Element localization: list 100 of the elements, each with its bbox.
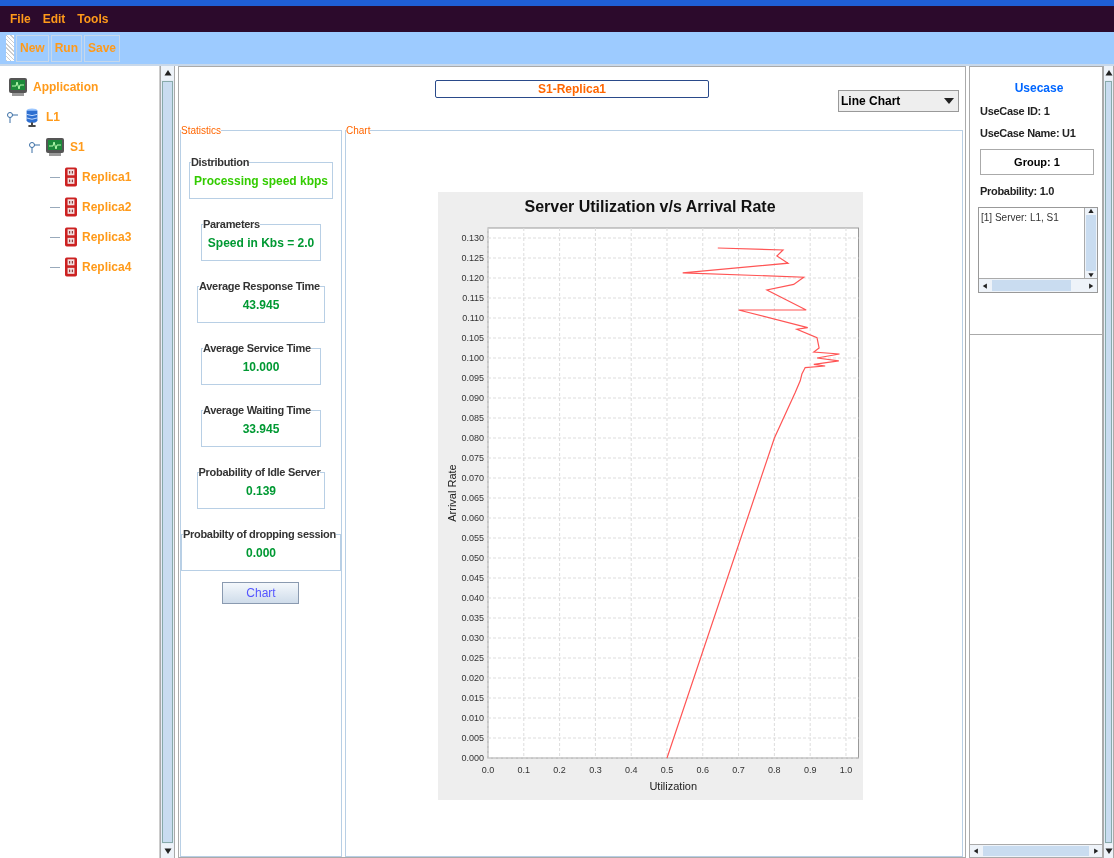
y-axis-title: Arrival Rate bbox=[446, 464, 459, 522]
y-tick-label: 0.010 bbox=[461, 713, 485, 723]
x-tick-label: 0.4 bbox=[625, 765, 638, 775]
x-tick-label: 0.2 bbox=[553, 765, 567, 775]
outlet-icon bbox=[65, 226, 77, 248]
y-tick-label: 0.000 bbox=[461, 753, 485, 763]
scrollbar[interactable] bbox=[1103, 66, 1114, 858]
x-axis-title: Utilization bbox=[649, 780, 698, 792]
group-label: Group: 1 bbox=[980, 149, 1094, 175]
statistic-title: Average Response Time bbox=[199, 280, 320, 292]
y-tick-label: 0.030 bbox=[461, 633, 485, 643]
statistic-title: Probability of Idle Server bbox=[198, 466, 321, 478]
y-tick-label: 0.080 bbox=[461, 433, 485, 443]
y-tick-label: 0.105 bbox=[461, 333, 485, 343]
y-tick-label: 0.120 bbox=[461, 273, 485, 283]
statistic-title: Probabilty of dropping session bbox=[183, 528, 336, 540]
scroll-left-icon[interactable] bbox=[982, 282, 988, 289]
statistic-value: Processing speed kbps bbox=[193, 174, 328, 188]
scroll-up-icon[interactable] bbox=[163, 69, 172, 77]
y-tick-label: 0.085 bbox=[461, 413, 485, 423]
tree-item[interactable]: Replica2 bbox=[82, 200, 132, 214]
tree-item[interactable]: Application bbox=[33, 80, 99, 94]
outlet-icon bbox=[65, 196, 77, 218]
usecase-name: UseCase Name: U1 bbox=[980, 127, 1077, 139]
usecase-id: UseCase ID: 1 bbox=[980, 105, 1051, 117]
y-tick-label: 0.035 bbox=[461, 613, 485, 623]
scrollbar[interactable] bbox=[970, 844, 1102, 857]
scrollbar-thumb[interactable] bbox=[162, 81, 173, 843]
y-tick-label: 0.055 bbox=[461, 533, 485, 543]
tree-handle-icon[interactable] bbox=[28, 141, 40, 153]
toolbar-button[interactable]: Save bbox=[84, 34, 121, 62]
y-tick-label: 0.045 bbox=[461, 573, 485, 583]
toolbar-button[interactable]: New bbox=[16, 34, 49, 62]
chart-type-dropdown[interactable]: Line Chart bbox=[838, 90, 959, 112]
tree-item[interactable]: Replica1 bbox=[82, 170, 132, 184]
y-tick-label: 0.005 bbox=[461, 733, 485, 743]
statistic-title: Parameters bbox=[203, 218, 260, 230]
scroll-right-icon[interactable] bbox=[1088, 282, 1094, 289]
statistic-value: 33.945 bbox=[242, 422, 280, 436]
y-tick-label: 0.075 bbox=[461, 453, 485, 463]
statistic-title: Average Service Time bbox=[203, 342, 311, 354]
y-tick-label: 0.060 bbox=[461, 513, 485, 523]
y-tick-label: 0.020 bbox=[461, 673, 485, 683]
y-tick-label: 0.130 bbox=[461, 233, 485, 243]
monitor-icon bbox=[45, 137, 65, 157]
toolbar-grip[interactable] bbox=[6, 35, 14, 61]
scroll-down-icon[interactable] bbox=[1104, 847, 1113, 855]
y-tick-label: 0.110 bbox=[462, 313, 485, 323]
tree-item[interactable]: Replica4 bbox=[82, 260, 132, 274]
chart-title: Server Utilization v/s Arrival Rate bbox=[524, 198, 776, 215]
scroll-right-icon[interactable] bbox=[1093, 848, 1099, 854]
scrollbar[interactable] bbox=[979, 278, 1097, 292]
statistic-value: 43.945 bbox=[242, 298, 280, 312]
scroll-down-icon[interactable] bbox=[163, 847, 172, 855]
y-tick-label: 0.070 bbox=[461, 473, 485, 483]
statistic-title: Distribution bbox=[190, 156, 250, 168]
caret-icon bbox=[944, 98, 954, 104]
tree-item[interactable]: L1 bbox=[46, 110, 60, 124]
chart-button[interactable]: Chart bbox=[222, 582, 300, 604]
x-tick-label: 0.9 bbox=[804, 765, 817, 775]
monitor-icon bbox=[8, 77, 28, 97]
statistic-value: Speed in Kbs = 2.0 bbox=[207, 236, 315, 250]
scroll-up-icon[interactable] bbox=[1104, 69, 1113, 77]
scrollbar[interactable] bbox=[160, 66, 175, 858]
y-tick-label: 0.095 bbox=[461, 373, 485, 383]
toolbar-button[interactable]: Run bbox=[50, 34, 82, 62]
y-tick-label: 0.050 bbox=[461, 553, 485, 563]
scrollbar[interactable] bbox=[1084, 208, 1097, 278]
x-tick-label: 0.5 bbox=[661, 765, 674, 775]
x-tick-label: 0.7 bbox=[732, 765, 746, 775]
tree-handle-icon[interactable] bbox=[6, 111, 18, 123]
usecase-title: Usecase bbox=[1013, 81, 1065, 95]
y-tick-label: 0.065 bbox=[461, 493, 485, 503]
statistic-value: 10.000 bbox=[242, 360, 280, 374]
menu-item[interactable]: Tools bbox=[77, 12, 109, 26]
menu-item[interactable]: Edit bbox=[42, 12, 66, 26]
x-tick-label: 0.8 bbox=[768, 765, 782, 775]
x-tick-label: 1.0 bbox=[840, 765, 853, 775]
y-tick-label: 0.040 bbox=[461, 593, 485, 603]
tree-item[interactable]: Replica3 bbox=[82, 230, 132, 244]
title-field[interactable]: S1-Replica1 bbox=[435, 80, 709, 98]
database-icon bbox=[23, 106, 41, 128]
x-tick-label: 0.6 bbox=[697, 765, 710, 775]
scroll-left-icon[interactable] bbox=[973, 848, 979, 854]
x-tick-label: 0.1 bbox=[518, 765, 531, 775]
statistic-title: Average Waiting Time bbox=[203, 404, 311, 416]
statistic-value: 0.139 bbox=[245, 484, 276, 498]
y-tick-label: 0.125 bbox=[461, 253, 485, 263]
outlet-icon bbox=[65, 166, 77, 188]
y-tick-label: 0.015 bbox=[461, 693, 485, 703]
menu-item[interactable]: File bbox=[10, 12, 31, 26]
panel-title: Chart bbox=[345, 125, 371, 136]
x-tick-label: 0.0 bbox=[482, 765, 495, 775]
y-tick-label: 0.115 bbox=[462, 293, 485, 303]
y-tick-label: 0.100 bbox=[461, 353, 485, 363]
scrollbar-thumb[interactable] bbox=[1105, 81, 1112, 843]
y-tick-label: 0.025 bbox=[461, 653, 485, 663]
tree-item[interactable]: S1 bbox=[70, 140, 85, 154]
panel-title: Statistics bbox=[181, 125, 221, 136]
list-item[interactable]: [1] Server: L1, S1 bbox=[981, 212, 1059, 223]
